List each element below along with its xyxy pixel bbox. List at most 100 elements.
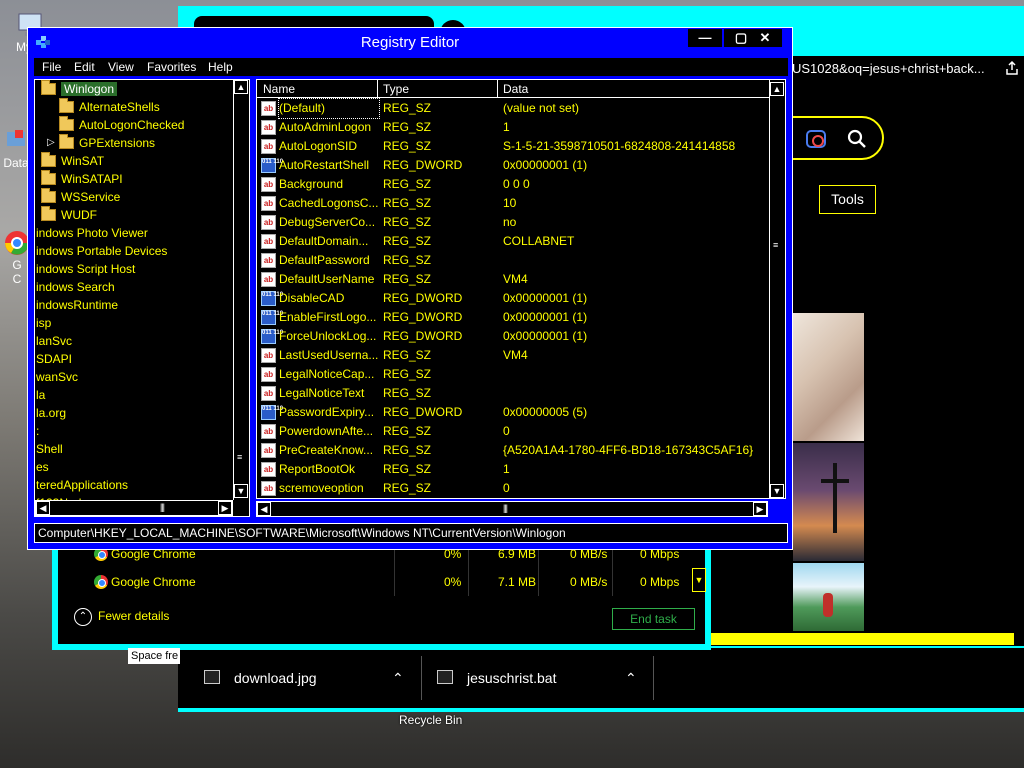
value-row[interactable]: ab DebugServerCo... REG_SZ no [257,213,769,232]
tools-button[interactable]: Tools [819,185,876,214]
title-bar[interactable]: Registry Editor — ▢ ✕ [28,28,792,56]
tree-item[interactable]: indows Portable Devices [36,242,167,260]
process-row[interactable]: Google Chrome 0% 7.1 MB 0 MB/s 0 Mbps [58,568,703,596]
tree-item[interactable]: WUDF [41,206,97,224]
tree-item[interactable]: teredApplications [36,476,128,494]
tree-item[interactable]: WinSATAPI [41,170,123,188]
value-row[interactable]: ab LegalNoticeText REG_SZ [257,384,769,403]
tree-horizontal-scrollbar[interactable]: ◀ ||| ▶ [35,500,233,516]
value-row[interactable]: ab LegalNoticeCap... REG_SZ [257,365,769,384]
value-row[interactable]: ab DefaultDomain... REG_SZ COLLABNET [257,232,769,251]
tree-item[interactable]: SDAPI [36,350,72,368]
scroll-thumb-grip[interactable]: ||| [503,503,508,513]
fewer-details-button[interactable]: ⌃ Fewer details [74,608,169,626]
column-header-type[interactable]: Type [383,82,409,96]
value-row[interactable]: ab PreCreateKnow... REG_SZ {A520A1A4-1780-4… [257,441,769,460]
scroll-right-button[interactable]: ▶ [218,501,232,515]
tree-item[interactable]: AutoLogonChecked [59,116,184,134]
scroll-left-button[interactable]: ◀ [36,501,50,515]
value-row[interactable]: ab AutoLogonSID REG_SZ S-1-5-21-3598710501-… [257,137,769,156]
tree-item[interactable]: isp [36,314,51,332]
menu-view[interactable]: View [108,60,134,74]
process-disk: 0 MB/s [570,575,608,589]
value-row[interactable]: ab CachedLogonsC... REG_SZ 10 [257,194,769,213]
tree-item[interactable]: WinSAT [41,152,104,170]
camera-search-icon[interactable] [806,130,826,148]
value-row[interactable]: ab LastUsedUserna... REG_SZ VM4 [257,346,769,365]
share-icon[interactable] [1004,60,1020,76]
menu-edit[interactable]: Edit [74,60,95,74]
value-row[interactable]: 011 110 ForceUnlockLog... REG_DWORD 0x00000… [257,327,769,346]
tree-item-winlogon[interactable]: Winlogon [41,80,118,98]
tree-vertical-scrollbar[interactable]: ▲ ≡ ▼ [233,80,249,500]
tree-item[interactable]: indows Script Host [36,260,135,278]
tree-item[interactable]: indowsRuntime [36,296,118,314]
values-horizontal-scrollbar[interactable]: ◀ ||| ▶ [256,501,768,517]
download-item[interactable]: download.jpg ⌃ [204,658,414,698]
column-header-data[interactable]: Data [503,82,528,96]
value-type: REG_SZ [383,386,432,400]
process-cpu: 0% [444,575,462,589]
tree-item[interactable]: es [36,458,49,476]
tree-item[interactable]: indows Photo Viewer [36,224,148,242]
scroll-thumb-grip[interactable]: ≡ [237,452,242,462]
chevron-up-icon[interactable]: ⌃ [392,658,404,698]
scroll-up-button[interactable]: ▲ [770,82,784,96]
folder-icon [41,152,56,167]
image-result-thumbnail[interactable] [793,563,864,631]
scroll-down-button[interactable]: ▼ [692,568,706,592]
values-vertical-scrollbar[interactable]: ▲ ≡ ▼ [769,80,785,498]
recycle-bin-label[interactable]: Recycle Bin [399,713,462,727]
tree-item[interactable]: Shell [36,440,63,458]
value-row[interactable]: 011 110 AutoRestartShell REG_DWORD 0x000000… [257,156,769,175]
value-row[interactable]: 011 110 PasswordExpiry... REG_DWORD 0x00000… [257,403,769,422]
tree-item[interactable]: la [36,386,45,404]
scroll-thumb-grip[interactable]: ≡ [773,240,778,250]
value-name: CachedLogonsC... [279,196,379,210]
value-row[interactable]: ab DefaultUserName REG_SZ VM4 [257,270,769,289]
value-row[interactable]: 011 110 EnableFirstLogo... REG_DWORD 0x0000… [257,308,769,327]
scroll-left-button[interactable]: ◀ [257,502,271,516]
tree-item[interactable]: wanSvc [36,368,78,386]
expand-arrow-icon[interactable]: ▷ [47,134,55,152]
value-row[interactable]: ab (Default) REG_SZ (value not set) [257,98,769,119]
tree-item[interactable]: indows Search [36,278,115,296]
menu-file[interactable]: File [42,60,61,74]
scroll-down-button[interactable]: ▼ [234,484,248,498]
dword-value-icon: 011 110 [261,310,283,325]
close-button[interactable]: ✕ [748,29,782,47]
value-row[interactable]: 011 110 DisableCAD REG_DWORD 0x00000001 (1) [257,289,769,308]
address-bar[interactable]: US1028&oq=jesus+christ+back... [780,56,1024,82]
scroll-up-button[interactable]: ▲ [234,80,248,94]
string-value-icon: ab [261,253,276,268]
scroll-thumb-grip[interactable]: ||| [160,502,165,512]
menu-favorites[interactable]: Favorites [147,60,196,74]
end-task-button[interactable]: End task [612,608,695,630]
column-divider[interactable] [497,80,498,98]
tree-item[interactable]: : [36,422,39,440]
value-row[interactable]: ab scremoveoption REG_SZ 0 [257,479,769,498]
tree-item[interactable]: lanSvc [36,332,72,350]
image-result-thumbnail[interactable] [793,313,864,441]
menu-help[interactable]: Help [208,60,233,74]
column-divider[interactable] [377,80,378,98]
figure [823,593,833,617]
value-type: REG_SZ [383,272,432,286]
chevron-up-icon[interactable]: ⌃ [625,658,637,698]
image-result-thumbnail[interactable] [793,443,864,561]
value-row[interactable]: ab ReportBootOk REG_SZ 1 [257,460,769,479]
scroll-down-button[interactable]: ▼ [770,484,784,498]
scroll-right-button[interactable]: ▶ [753,502,767,516]
tree-item[interactable]: ▷ GPExtensions [47,134,155,152]
value-row[interactable]: ab Background REG_SZ 0 0 0 [257,175,769,194]
minimize-button[interactable]: — [688,29,722,47]
tree-item[interactable]: AlternateShells [59,98,160,116]
value-row[interactable]: ab PowerdownAfte... REG_SZ 0 [257,422,769,441]
download-item[interactable]: jesuschrist.bat ⌃ [437,658,647,698]
column-header-name[interactable]: Name [263,82,295,96]
value-row[interactable]: ab AutoAdminLogon REG_SZ 1 [257,118,769,137]
search-icon[interactable] [846,128,868,150]
tree-item[interactable]: la.org [36,404,66,422]
value-row[interactable]: ab DefaultPassword REG_SZ [257,251,769,270]
tree-item[interactable]: WSService [41,188,120,206]
